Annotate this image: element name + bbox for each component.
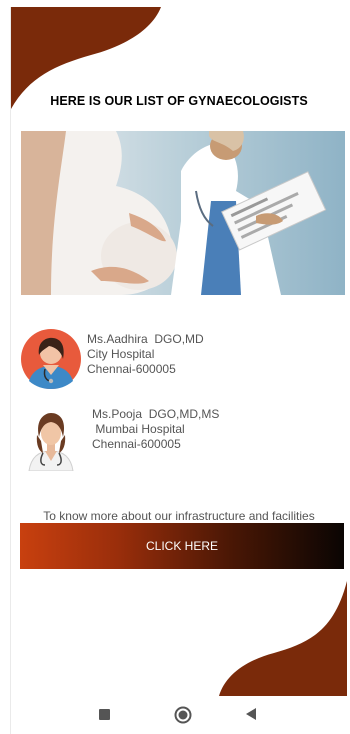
app-screen: HERE IS OUR LIST OF GYNAECOLOGISTS Ms.Aa…	[10, 7, 347, 734]
doctor-info: Ms.Aadhira DGO,MD City Hospital Chennai-…	[87, 332, 204, 377]
doctor-address: Chennai-600005	[92, 437, 181, 451]
page-title: HERE IS OUR LIST OF GYNAECOLOGISTS	[50, 94, 308, 108]
back-icon[interactable]	[245, 708, 257, 720]
decorative-blob-bottom	[219, 581, 347, 696]
hero-image	[21, 131, 345, 295]
doctor-card-aadhira: Ms.Aadhira DGO,MD City Hospital Chennai-…	[21, 329, 321, 393]
doctor-card-pooja: Ms.Pooja DGO,MD,MS Mumbai Hospital Chenn…	[21, 405, 321, 471]
recent-apps-icon[interactable]	[99, 709, 110, 720]
doctor-hospital: City Hospital	[87, 347, 155, 361]
doctor-hospital: Mumbai Hospital	[92, 422, 185, 436]
doctor-name: Ms.Pooja DGO,MD,MS	[92, 407, 220, 421]
doctor-avatar-icon	[28, 413, 74, 471]
click-here-button[interactable]: CLICK HERE	[20, 523, 344, 569]
doctor-avatar-icon	[21, 329, 81, 389]
doctor-name: Ms.Aadhira DGO,MD	[87, 332, 204, 346]
system-nav-bar	[11, 696, 347, 734]
home-icon[interactable]	[174, 706, 192, 724]
doctor-address: Chennai-600005	[87, 362, 176, 376]
infrastructure-info-text: To know more about our infrastructure an…	[43, 509, 315, 523]
doctor-info: Ms.Pooja DGO,MD,MS Mumbai Hospital Chenn…	[92, 407, 219, 452]
